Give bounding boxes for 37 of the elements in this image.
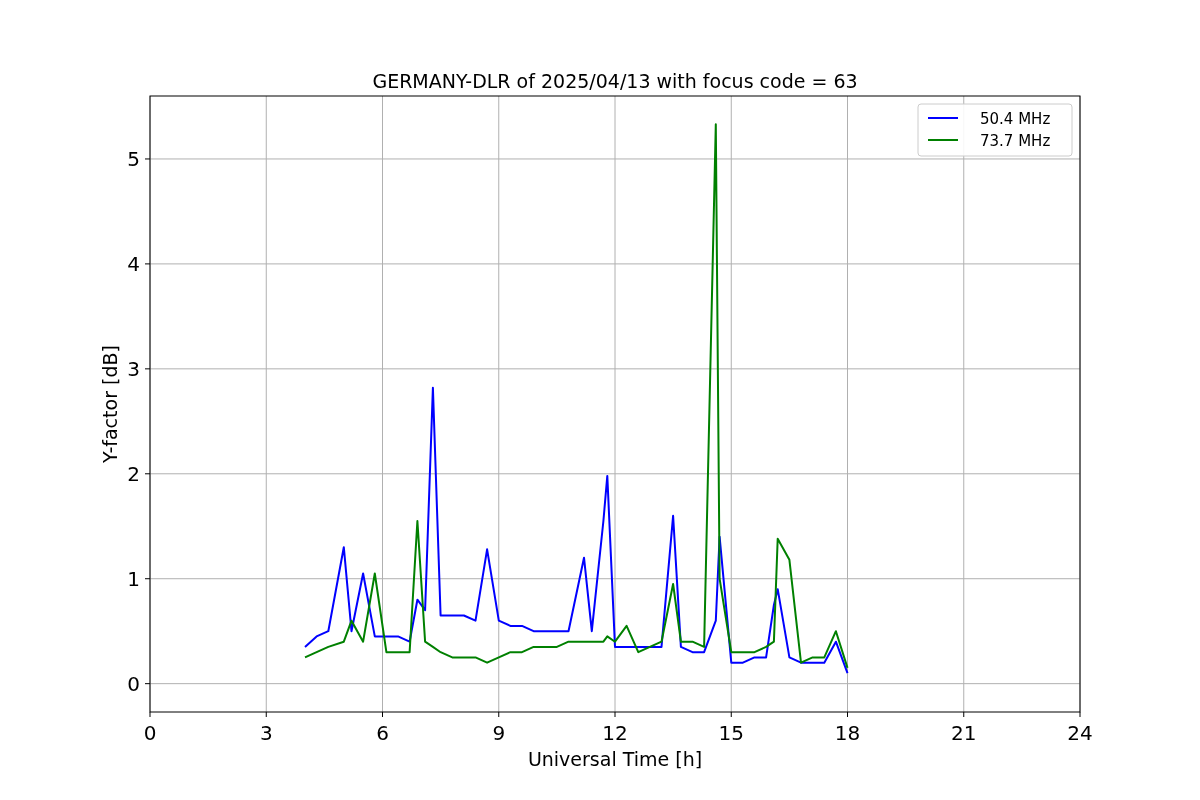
tick-mark (382, 711, 383, 718)
tick-mark (144, 158, 151, 160)
tick-mark (144, 368, 151, 370)
tick-mark (144, 263, 151, 265)
x-tick-label: 15 (718, 721, 744, 745)
tick-mark (144, 473, 151, 475)
tick-mark (144, 683, 151, 685)
x-tick-label: 24 (1067, 721, 1093, 745)
legend-line (927, 139, 959, 141)
tick-mark (144, 578, 151, 580)
x-tick-label: 0 (143, 721, 157, 745)
legend-label: 73.7 MHz (980, 132, 1051, 150)
y-tick-label: 4 (127, 251, 140, 276)
chart-title: GERMANY-DLR of 2025/04/13 with focus code = 63 (372, 70, 858, 92)
tick-mark (614, 711, 616, 718)
legend-label: 50.4 MHz (980, 110, 1051, 128)
x-tick-label: 18 (834, 721, 861, 745)
tick-mark (498, 711, 500, 718)
y-tick-label: 5 (127, 146, 140, 171)
tick-mark (730, 711, 732, 718)
y-tick-label: 3 (127, 356, 140, 381)
tick-mark (847, 711, 848, 718)
y-tick-label: 1 (127, 566, 140, 591)
x-tick-label: 3 (259, 721, 273, 745)
legend-line (927, 117, 959, 119)
tick-mark (1079, 711, 1081, 718)
y-tick-label: 2 (127, 461, 140, 486)
x-tick-label: 6 (376, 721, 389, 745)
tick-mark (963, 711, 965, 718)
y-tick-label: 0 (127, 671, 140, 696)
x-tick-label: 9 (492, 721, 506, 745)
x-tick-label: 21 (951, 721, 977, 745)
tick-mark (265, 711, 267, 718)
x-tick-label: 12 (602, 721, 628, 745)
y-axis-label: Y-factor [dB] (99, 345, 121, 463)
x-axis-label: Universal Time [h] (527, 748, 703, 770)
tick-mark (149, 711, 151, 718)
